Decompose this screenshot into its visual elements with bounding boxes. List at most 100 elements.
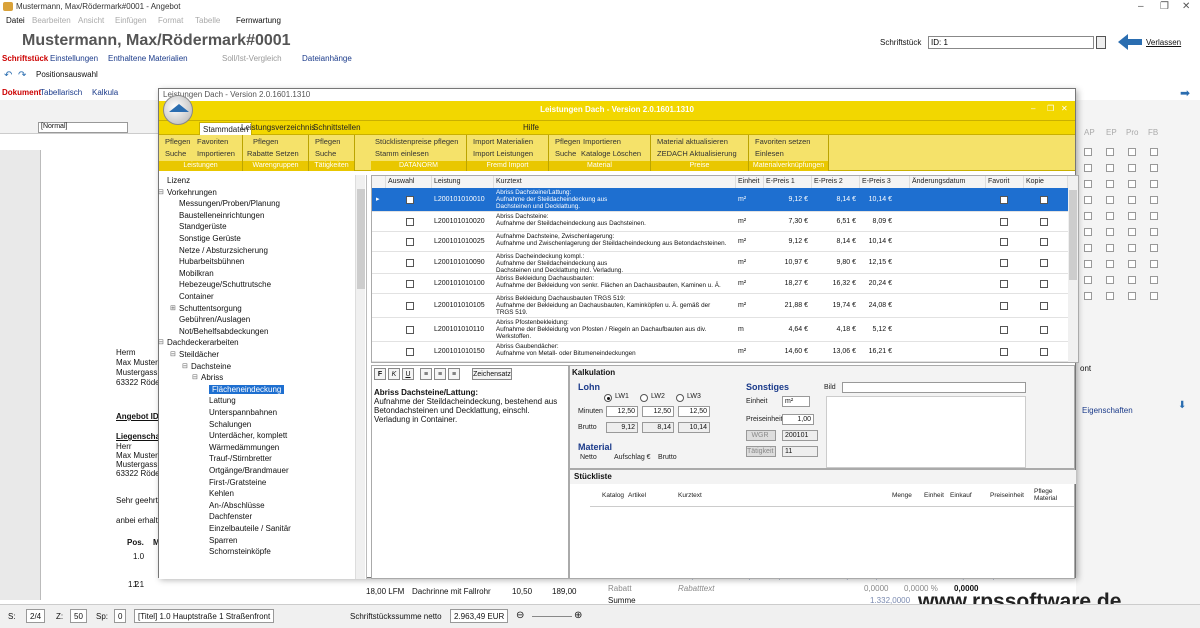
zoom-out-icon[interactable]: ⊖ [516, 610, 524, 621]
tree-node[interactable]: Trauf-/Stirnbretter [209, 454, 272, 463]
auswahl-checkbox[interactable] [406, 326, 414, 334]
ribbon-tab-hilfe[interactable]: Hilfe [523, 123, 539, 132]
ribbon-btn-stamm-einlesen[interactable]: Stamm einlesen [375, 149, 429, 158]
minimize-icon[interactable]: – [1138, 1, 1144, 12]
rabatt-text[interactable]: Rabatttext [678, 584, 714, 593]
menu-einfuegen[interactable]: Einfügen [115, 16, 147, 25]
tab-tabellarisch[interactable]: Tabellarisch [40, 88, 82, 97]
tree-node[interactable]: An-/Abschlüsse [209, 501, 265, 510]
grid-header[interactable]: Kurztext [494, 176, 736, 188]
dialog-close-icon[interactable]: ✕ [1061, 104, 1068, 113]
kopie-checkbox[interactable] [1040, 218, 1048, 226]
tree-node[interactable]: Not/Behelfsabdeckungen [179, 327, 268, 336]
collapse-icon[interactable]: ⊟ [192, 373, 198, 381]
auswahl-checkbox[interactable] [406, 302, 414, 310]
chevron-down-icon[interactable] [1096, 36, 1106, 49]
tree-node[interactable]: Schuttentsorgung [179, 304, 242, 313]
bold-button[interactable]: F [374, 368, 386, 380]
ribbon-btn-stuecklistenpreise[interactable]: Stücklistenpreise pflegen [375, 137, 458, 146]
arrow-down-icon[interactable]: ⬇ [1178, 400, 1186, 411]
menu-fernwartung[interactable]: Fernwartung [236, 16, 281, 25]
tree-node[interactable]: Flächeneindeckung [209, 384, 285, 394]
italic-button[interactable]: K [388, 368, 400, 380]
tab-kalkulation[interactable]: Kalkulation [572, 368, 615, 377]
tab-dokument[interactable]: Dokument [2, 88, 41, 97]
table-row[interactable]: L200101010105 Abriss Bekleidung Dachausba… [372, 294, 1068, 318]
tree-node[interactable]: Gebühren/Auslagen [179, 315, 250, 324]
favorit-checkbox[interactable] [1000, 326, 1008, 334]
einheit-field[interactable]: m² [782, 396, 810, 407]
ribbon-btn-importieren[interactable]: Importieren [583, 137, 621, 146]
table-row[interactable]: L200101010025 Aufnahme Dachsteine, Zwisch… [372, 232, 1068, 252]
tree-node[interactable]: Baustelleneinrichtungen [179, 211, 264, 220]
dialog-minimize-icon[interactable]: – [1031, 104, 1035, 113]
menu-ansicht[interactable]: Ansicht [78, 16, 104, 25]
restore-icon[interactable]: ❐ [1160, 1, 1169, 12]
tab-schriftstueck[interactable]: Schriftstück [2, 54, 48, 63]
schriftstueck-select[interactable] [928, 36, 1094, 49]
tree-scrollbar[interactable] [355, 175, 365, 579]
preiseinheit-field[interactable]: 1,00 [782, 414, 814, 425]
menu-format[interactable]: Format [158, 16, 183, 25]
table-row[interactable]: L200101010090 Abriss Dacheindeckung kompl… [372, 252, 1068, 274]
collapse-icon[interactable]: ⊟ [182, 362, 188, 370]
grid-header[interactable]: Leistung [432, 176, 494, 188]
tree-node[interactable]: Sonstige Gerüste [179, 234, 241, 243]
stueck-col[interactable]: Preiseinheit [990, 492, 1024, 499]
favorit-checkbox[interactable] [1000, 218, 1008, 226]
grid-header[interactable]: Änderungsdatum [910, 176, 986, 188]
tree-node[interactable]: Dachfenster [209, 512, 252, 521]
favorit-checkbox[interactable] [1000, 280, 1008, 288]
tab-dateianhaenge[interactable]: Dateianhänge [302, 54, 352, 63]
ribbon-tab-schnittstellen[interactable]: Schnittstellen [313, 123, 361, 132]
ribbon-btn-kataloge-loeschen[interactable]: Kataloge Löschen [581, 149, 641, 158]
style-select[interactable]: [Normal] [38, 122, 128, 133]
grid-header[interactable]: Kopie [1024, 176, 1068, 188]
tree-node[interactable]: Kehlen [209, 489, 234, 498]
stueck-col[interactable]: Katalog [602, 492, 624, 499]
ribbon-btn-import-materialien[interactable]: Import Materialien [473, 137, 533, 146]
auswahl-checkbox[interactable] [406, 196, 414, 204]
ribbon-btn-rabatte[interactable]: Rabatte Setzen [247, 149, 299, 158]
tree-node[interactable]: Schalungen [209, 420, 251, 429]
kopie-checkbox[interactable] [1040, 196, 1048, 204]
kopie-checkbox[interactable] [1040, 348, 1048, 356]
kopie-checkbox[interactable] [1040, 280, 1048, 288]
ribbon-btn-pflegen[interactable]: Pflegen [253, 137, 278, 146]
tree-node[interactable]: Wärmedämmungen [209, 443, 279, 452]
ribbon-tab-leistungsverzeichnis[interactable]: Leistungsverzeichnis [241, 123, 315, 132]
menu-datei[interactable]: Datei [6, 16, 25, 25]
bild-field[interactable] [842, 382, 1026, 393]
collapse-icon[interactable]: ⊟ [158, 338, 164, 346]
stueck-col[interactable]: Pflege Material [1034, 488, 1062, 502]
tab-soll-ist[interactable]: Soll/Ist-Vergleich [222, 54, 282, 63]
grid-header[interactable]: E-Preis 3 [860, 176, 910, 188]
ribbon-btn-einlesen[interactable]: Einlesen [755, 149, 784, 158]
kopie-checkbox[interactable] [1040, 302, 1048, 310]
redo-icon[interactable]: ↷ [18, 70, 26, 81]
tree-node[interactable]: Lattung [209, 396, 236, 405]
grid-header[interactable]: E-Preis 1 [764, 176, 812, 188]
align-center-icon[interactable]: ≡ [434, 368, 446, 380]
minuten-lw1-field[interactable]: 12,50 [606, 406, 638, 417]
tab-einstellungen[interactable]: Einstellungen [50, 54, 98, 63]
tree-node[interactable]: Steildächer [179, 350, 219, 359]
grid-header[interactable]: Favorit [986, 176, 1024, 188]
minuten-lw2-field[interactable]: 12,50 [642, 406, 674, 417]
auswahl-checkbox[interactable] [406, 348, 414, 356]
menu-tabelle[interactable]: Tabelle [195, 16, 220, 25]
tree-node[interactable]: Einzelbauteile / Sanitär [209, 524, 291, 533]
favorit-checkbox[interactable] [1000, 348, 1008, 356]
editor-text[interactable]: Abriss Dachsteine/Lattung: Aufnahme der … [374, 388, 564, 424]
zeichensatz-button[interactable]: Zeichensatz [472, 368, 512, 380]
tree-node[interactable]: Dachsteine [191, 362, 231, 371]
wgr-button[interactable]: WGR [746, 430, 776, 441]
tab-eigenschaften[interactable]: Eigenschaften [1082, 406, 1133, 415]
favorit-checkbox[interactable] [1000, 259, 1008, 267]
collapse-icon[interactable]: ⊟ [170, 350, 176, 358]
grid-scrollbar[interactable] [1068, 176, 1078, 362]
zoom-slider[interactable] [532, 616, 572, 617]
grid-header[interactable]: Auswahl [386, 176, 432, 188]
table-row[interactable]: L200101010100 Abriss Bekleidung Dachausba… [372, 274, 1068, 294]
tree-node[interactable]: Messungen/Proben/Planung [179, 199, 280, 208]
